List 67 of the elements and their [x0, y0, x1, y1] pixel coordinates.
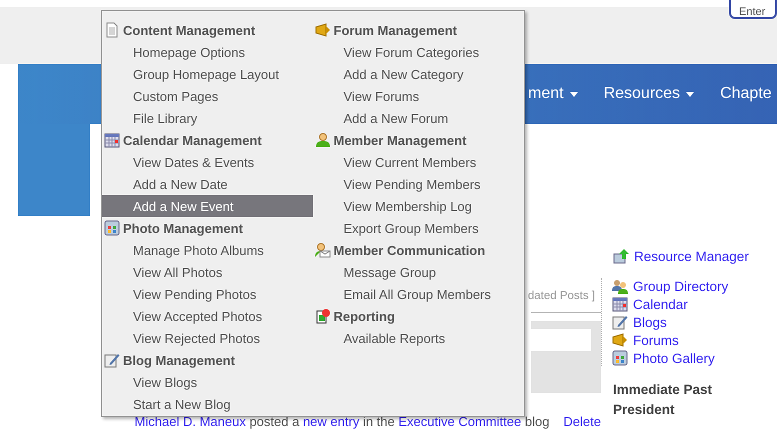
menu-section-title: Reporting	[334, 308, 395, 324]
menu-section-title: Member Management	[334, 132, 466, 148]
caret-icon	[570, 92, 578, 96]
megaphone-icon	[314, 22, 330, 38]
menu-item[interactable]: Available Reports	[312, 327, 524, 349]
menu-item[interactable]: Manage Photo Albums	[102, 239, 312, 261]
menu-section-title: Member Communication	[334, 242, 486, 258]
delete-link[interactable]: Delete	[563, 414, 601, 429]
calendar-icon	[104, 132, 120, 148]
nav-item[interactable]: Resources	[604, 85, 694, 103]
menu-item[interactable]: View Accepted Photos	[102, 305, 312, 327]
calendar-icon	[612, 296, 628, 312]
tab-label: dated Posts ]	[528, 290, 595, 302]
pencil-note-icon	[104, 352, 120, 368]
report-icon	[314, 308, 330, 324]
person-envelope-icon	[314, 242, 330, 258]
menu-item[interactable]: View Forum Categories	[312, 41, 524, 63]
sidebar-link[interactable]: Blogs	[612, 314, 749, 330]
menu-item[interactable]: Add a New Event	[102, 195, 312, 217]
menu-item[interactable]: Add a New Forum	[312, 107, 524, 129]
menu-item[interactable]: View Forums	[312, 85, 524, 107]
caret-icon	[686, 92, 694, 96]
comment-field[interactable]	[531, 329, 591, 351]
sidebar-link[interactable]: Photo Gallery	[612, 350, 749, 366]
document-icon	[104, 22, 120, 38]
menu-item[interactable]: Export Group Members	[312, 217, 524, 239]
menu-item[interactable]: View Dates & Events	[102, 151, 312, 173]
menu-section-title: Photo Management	[123, 220, 243, 236]
menu-item[interactable]: Custom Pages	[102, 85, 312, 107]
post-link[interactable]: Executive Committee	[398, 414, 522, 429]
nav-item[interactable]: ment	[528, 85, 578, 103]
megaphone-icon	[612, 332, 628, 348]
menu-section-title: Forum Management	[334, 22, 458, 38]
pencil-note-icon	[612, 314, 628, 330]
gallery-icon	[104, 220, 120, 236]
menu-item[interactable]: File Library	[102, 107, 312, 129]
menu-item[interactable]: Start a New Blog	[102, 393, 312, 415]
people-icon	[612, 278, 628, 294]
gallery-icon	[612, 350, 628, 366]
post-entry: Michael D. Maneux posted a new entry in the Executive Committee blog	[134, 414, 550, 429]
sidebar-link[interactable]: Resource Manager	[613, 248, 749, 264]
sidebar-link[interactable]: Calendar	[612, 296, 749, 312]
enter-button[interactable]: Enter	[729, 0, 777, 19]
menu-item[interactable]: Message Group	[312, 261, 524, 283]
menu-section-title: Calendar Management	[123, 132, 262, 148]
menu-item[interactable]: Homepage Options	[102, 41, 312, 63]
upload-icon	[613, 248, 629, 264]
menu-item[interactable]: View Membership Log	[312, 195, 524, 217]
menu-section-title: Blog Management	[123, 352, 235, 368]
nav-item[interactable]: Chapte	[720, 85, 772, 103]
sidebar-heading: Immediate Past President	[613, 381, 714, 419]
sidebar-link[interactable]: Forums	[612, 332, 749, 348]
menu-item[interactable]: Add a New Category	[312, 63, 524, 85]
menu-item[interactable]: Email All Group Members	[312, 283, 524, 305]
post-link[interactable]: Michael D. Maneux	[134, 414, 246, 429]
sidebar-link[interactable]: Group Directory	[612, 278, 749, 294]
post-link[interactable]: new entry	[302, 414, 360, 429]
menu-item[interactable]: View Pending Members	[312, 173, 524, 195]
menu-item[interactable]: View Rejected Photos	[102, 327, 312, 349]
menu-item[interactable]: View Blogs	[102, 371, 312, 393]
menu-item[interactable]: Group Homepage Layout	[102, 63, 312, 85]
menu-item[interactable]: View Pending Photos	[102, 283, 312, 305]
menu-item[interactable]: View All Photos	[102, 261, 312, 283]
person-icon	[314, 132, 330, 148]
menu-section-title: Content Management	[123, 22, 256, 38]
menu-item[interactable]: Add a New Date	[102, 173, 312, 195]
menu-item[interactable]: View Current Members	[312, 151, 524, 173]
